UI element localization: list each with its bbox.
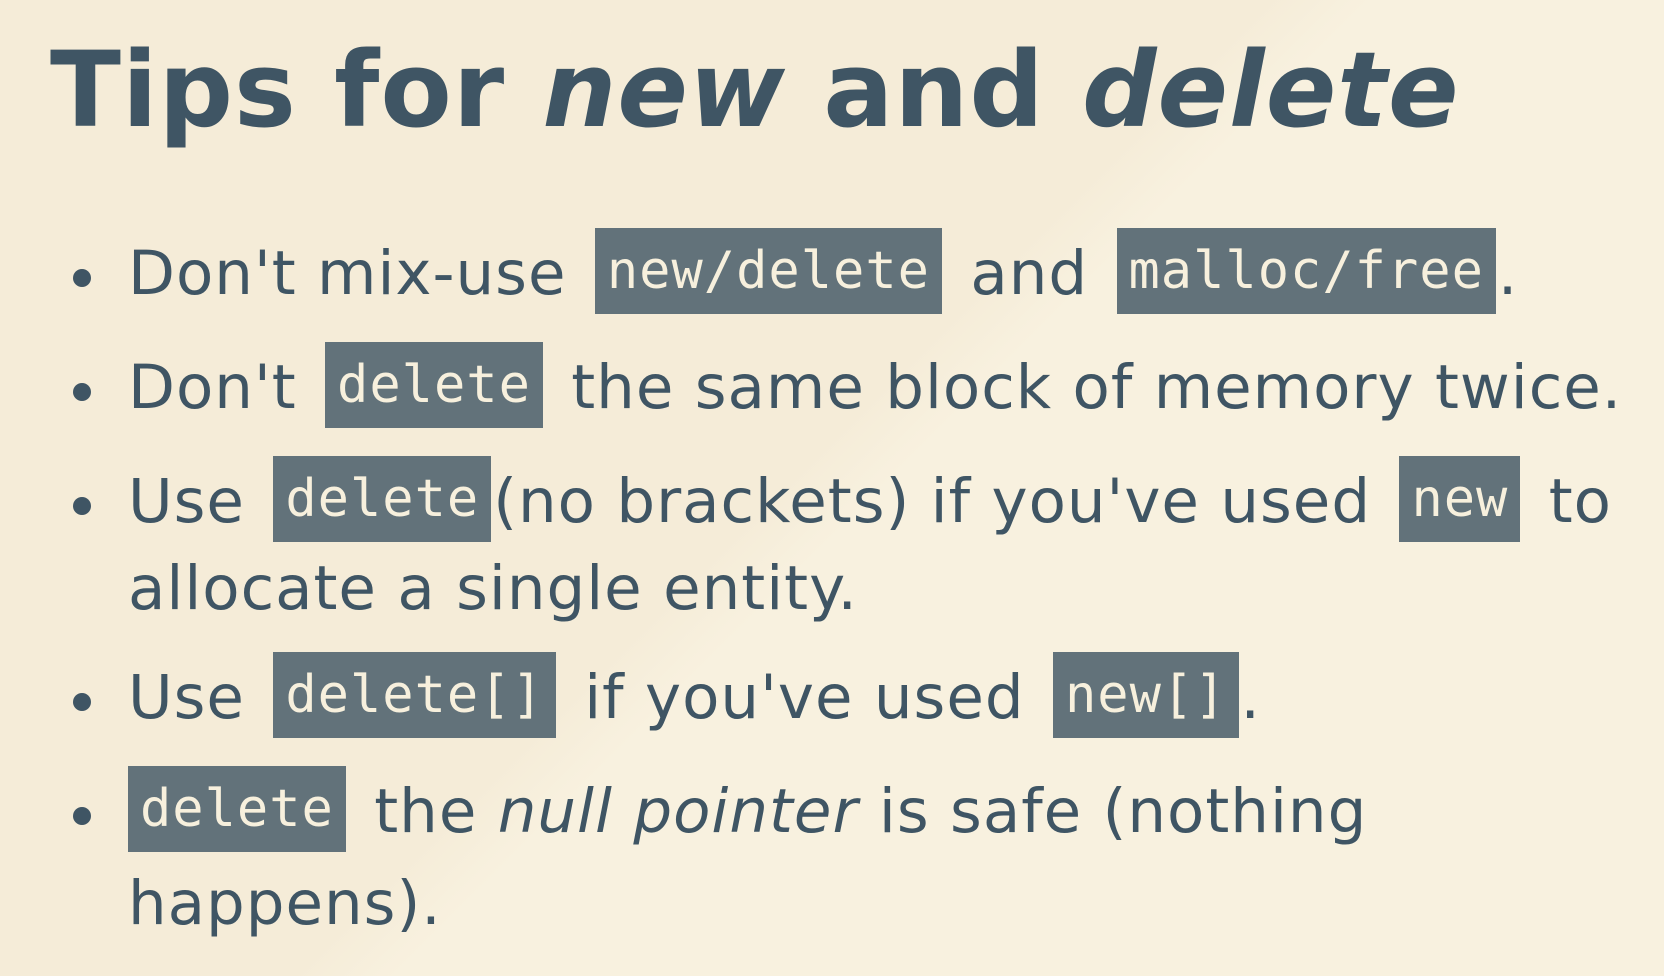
- title-prefix: Tips for: [50, 29, 543, 151]
- bullet-text: if you've used: [563, 662, 1045, 733]
- bullet-text: to: [1528, 466, 1612, 537]
- bullet-text: Don't mix-use: [128, 238, 587, 309]
- code-snippet: delete: [325, 342, 543, 428]
- bullet-text: Use: [128, 662, 266, 733]
- bullet-text: the: [353, 776, 498, 847]
- bullet-punctuation: .: [1497, 238, 1519, 309]
- list-item: delete the null pointer is safe (nothing…: [0, 766, 1628, 950]
- code-snippet: delete: [273, 456, 492, 542]
- title-new-keyword: new: [542, 29, 786, 151]
- bullet-punctuation: .: [1240, 662, 1261, 733]
- list-item: Use delete[] if you've used new[].: [0, 652, 1628, 744]
- code-snippet: new: [1399, 456, 1521, 542]
- bullet-text: Use: [128, 466, 266, 537]
- list-item: Don't mix-use new/delete and malloc/free…: [0, 228, 1628, 320]
- bullet-text: the same block of memory twice.: [550, 352, 1623, 423]
- code-snippet: delete: [128, 766, 346, 852]
- slide: Tips for new and delete Don't mix-use ne…: [0, 0, 1664, 976]
- code-snippet: new/delete: [594, 228, 942, 314]
- title-middle: and: [786, 29, 1083, 151]
- italic-term: null pointer: [497, 776, 859, 847]
- bullet-text: and: [949, 238, 1109, 309]
- tips-list: Don't mix-use new/delete and malloc/free…: [0, 228, 1664, 972]
- code-snippet: delete[]: [273, 652, 556, 738]
- bullet-text: (no brackets) if you've used: [493, 466, 1392, 537]
- code-snippet: malloc/free: [1116, 228, 1496, 314]
- bullet-text: Don't: [128, 352, 318, 423]
- code-snippet: new[]: [1052, 652, 1239, 738]
- list-item: Use delete (no brackets) if you've used n…: [0, 456, 1628, 630]
- title-delete-keyword: delete: [1082, 29, 1460, 151]
- slide-title: Tips for new and delete: [50, 20, 1460, 160]
- bullet-continuation-text: allocate a single entity.: [128, 553, 858, 624]
- list-item: Don't delete the same block of memory tw…: [0, 342, 1628, 434]
